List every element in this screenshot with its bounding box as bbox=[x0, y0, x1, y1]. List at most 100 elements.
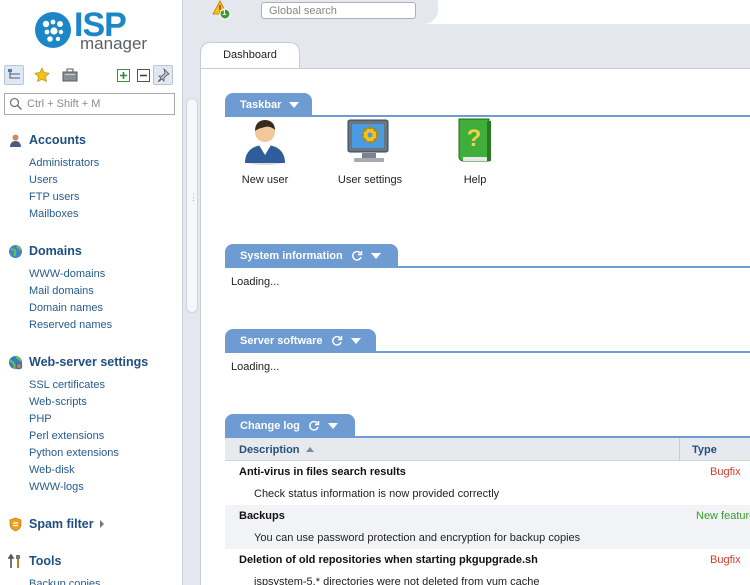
splitter-grip-icon: ⋮ bbox=[189, 192, 198, 202]
alerts-button[interactable]: 1 bbox=[212, 0, 232, 20]
row-type: Bugfix bbox=[710, 554, 741, 566]
column-header-type[interactable]: Type bbox=[692, 444, 717, 456]
menu-item-ftp-users[interactable]: FTP users bbox=[29, 189, 180, 206]
task-new-user[interactable]: New user bbox=[225, 115, 305, 186]
row-type: Bugfix bbox=[710, 466, 741, 478]
pin-menu-button[interactable] bbox=[153, 65, 173, 85]
tab-dashboard[interactable]: Dashboard bbox=[200, 42, 300, 69]
tree-view-icon bbox=[8, 69, 20, 79]
menu-item-domain-names[interactable]: Domain names bbox=[29, 300, 180, 317]
taskbar-panel-header[interactable]: Taskbar bbox=[225, 93, 312, 117]
plus-box-icon bbox=[116, 68, 130, 82]
tools-icon bbox=[8, 553, 23, 569]
shield-icon bbox=[8, 517, 23, 532]
server-software-body: Loading... bbox=[231, 361, 280, 373]
menu-item-www-logs[interactable]: WWW-logs bbox=[29, 479, 180, 496]
sidebar-splitter[interactable]: ⋮ bbox=[182, 0, 200, 585]
chevron-down-icon[interactable] bbox=[370, 253, 381, 259]
task-label: New user bbox=[241, 174, 289, 186]
tree-view-button[interactable] bbox=[4, 65, 24, 85]
menu-section-domains: Domains WWW-domains Mail domains Domain … bbox=[8, 242, 180, 334]
sidebar-toolbar bbox=[4, 64, 180, 86]
refresh-icon[interactable] bbox=[351, 250, 363, 262]
app-window: ISP manager Ctrl + Shift + M Accounts Ad… bbox=[0, 0, 750, 585]
briefcase-icon bbox=[62, 68, 78, 82]
menu-item-mail-domains[interactable]: Mail domains bbox=[29, 283, 180, 300]
menu-item-www-domains[interactable]: WWW-domains bbox=[29, 266, 180, 283]
menu-section-title: Domains bbox=[29, 244, 82, 258]
logo[interactable]: ISP manager bbox=[34, 8, 154, 53]
row-description: You can use password protection and encr… bbox=[254, 532, 581, 544]
search-icon bbox=[9, 97, 23, 111]
menu-item-web-scripts[interactable]: Web-scripts bbox=[29, 394, 180, 411]
table-row[interactable]: Backups New feature You can use password… bbox=[225, 505, 750, 549]
menu-item-users[interactable]: Users bbox=[29, 172, 180, 189]
menu-item-mailboxes[interactable]: Mailboxes bbox=[29, 206, 180, 223]
table-row[interactable]: Deletion of old repositories when starti… bbox=[225, 549, 750, 585]
chevron-down-icon[interactable] bbox=[350, 338, 361, 344]
menu-item-administrators[interactable]: Administrators bbox=[29, 155, 180, 172]
menu-search-input[interactable] bbox=[27, 96, 172, 112]
favorites-button[interactable] bbox=[32, 65, 52, 85]
menu-item-python-extensions[interactable]: Python extensions bbox=[29, 445, 180, 462]
globe-icon bbox=[8, 244, 23, 259]
expand-all-button[interactable] bbox=[113, 65, 133, 85]
main-area: Dashboard Taskbar New user User settings… bbox=[200, 24, 750, 585]
menu-section-header[interactable]: Tools bbox=[8, 552, 180, 570]
menu-section-header[interactable]: Spam filter bbox=[8, 515, 180, 533]
menu-item-web-disk[interactable]: Web-disk bbox=[29, 462, 180, 479]
menu-item-backup-copies[interactable]: Backup copies bbox=[29, 576, 180, 585]
menu-section-header[interactable]: Domains bbox=[8, 242, 180, 260]
tasks-button[interactable] bbox=[60, 65, 80, 85]
dashboard-page: Taskbar New user User settings ? Help Sy… bbox=[200, 68, 750, 585]
menu-section-tools: Tools Backup copies bbox=[8, 552, 180, 585]
panel-title: Server software bbox=[240, 335, 323, 347]
web-globe-icon bbox=[8, 354, 23, 370]
user-settings-icon bbox=[347, 119, 389, 162]
panel-title: Change log bbox=[240, 420, 300, 432]
panel-title: Taskbar bbox=[240, 99, 282, 111]
menu-section-accounts: Accounts Administrators Users FTP users … bbox=[8, 131, 180, 223]
change-log-table-header: Description Type bbox=[225, 438, 750, 461]
chevron-down-icon bbox=[289, 102, 300, 108]
new-user-icon bbox=[245, 120, 285, 165]
user-icon bbox=[8, 133, 23, 148]
pin-icon bbox=[157, 68, 170, 82]
server-software-panel-header[interactable]: Server software bbox=[225, 329, 376, 353]
change-log-panel-header[interactable]: Change log bbox=[225, 414, 355, 438]
refresh-icon[interactable] bbox=[331, 335, 343, 347]
menu-section-title: Tools bbox=[29, 554, 62, 568]
menu-item-ssl-certificates[interactable]: SSL certificates bbox=[29, 377, 180, 394]
logo-subtext: manager bbox=[80, 34, 148, 53]
task-label: Help bbox=[463, 174, 487, 186]
menu-item-reserved-names[interactable]: Reserved names bbox=[29, 317, 180, 334]
system-information-panel-header[interactable]: System information bbox=[225, 244, 398, 268]
taskbar-panel: Taskbar New user User settings ? Help bbox=[225, 93, 750, 213]
menu-item-php[interactable]: PHP bbox=[29, 411, 180, 428]
collapse-all-button[interactable] bbox=[133, 65, 153, 85]
table-row[interactable]: Anti-virus in files search results Bugfi… bbox=[225, 461, 750, 505]
menu-search bbox=[4, 93, 175, 115]
menu-item-perl-extensions[interactable]: Perl extensions bbox=[29, 428, 180, 445]
task-user-settings[interactable]: User settings bbox=[330, 115, 410, 186]
global-search-input[interactable] bbox=[261, 2, 416, 19]
tab-bar: Dashboard bbox=[200, 24, 750, 69]
menu-section-header[interactable]: Web-server settings bbox=[8, 353, 180, 371]
row-title: Anti-virus in files search results bbox=[239, 466, 406, 478]
scrollbar-thumb[interactable] bbox=[186, 98, 198, 313]
column-header-description[interactable]: Description bbox=[239, 444, 314, 456]
system-information-panel: System information Loading... bbox=[225, 244, 750, 304]
server-software-panel: Server software Loading... bbox=[225, 329, 750, 389]
chevron-down-icon[interactable] bbox=[327, 423, 338, 429]
task-help[interactable]: ? Help bbox=[435, 115, 515, 186]
menu-section-header[interactable]: Accounts bbox=[8, 131, 180, 149]
row-title: Deletion of old repositories when starti… bbox=[239, 554, 538, 566]
refresh-icon[interactable] bbox=[308, 420, 320, 432]
system-information-body: Loading... bbox=[231, 276, 280, 288]
minus-box-icon bbox=[136, 68, 150, 82]
menu-section-web-server-settings: Web-server settings SSL certificates Web… bbox=[8, 353, 180, 496]
menu-section-title: Web-server settings bbox=[29, 355, 149, 369]
sidebar: ISP manager Ctrl + Shift + M Accounts Ad… bbox=[0, 0, 182, 585]
top-bar: 1 bbox=[200, 0, 438, 24]
change-log-panel: Change log Description Type Anti-virus i… bbox=[225, 414, 750, 585]
